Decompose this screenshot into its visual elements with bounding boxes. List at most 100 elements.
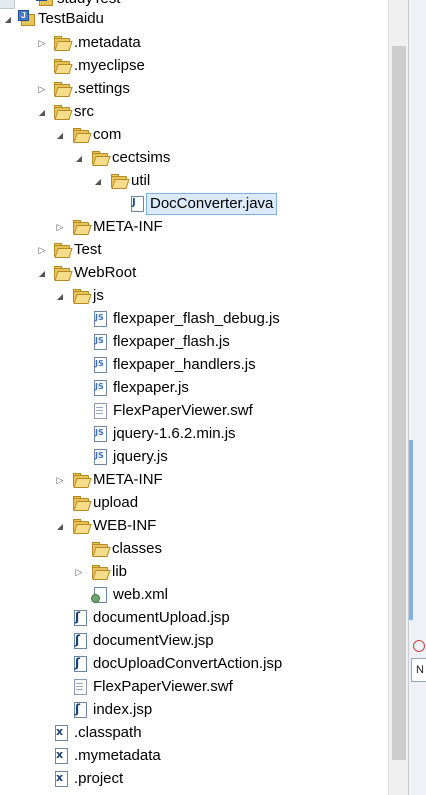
tree-expand-toggle[interactable] (54, 285, 66, 307)
tree-item[interactable]: lib (0, 561, 388, 583)
tree-item[interactable]: ʃ index.jsp (0, 699, 388, 721)
tree-item-label: META-INF (93, 218, 163, 235)
tree-expand-toggle[interactable] (36, 239, 48, 261)
tree-item[interactable]: JS jquery-1.6.2.min.js (0, 423, 388, 445)
tree-item[interactable]: classes (0, 538, 388, 560)
tree-expand-toggle[interactable] (36, 78, 48, 100)
tree-expand-toggle[interactable] (73, 147, 85, 169)
folder-icon (53, 35, 73, 51)
tree-item-label: documentView.jsp (93, 632, 214, 649)
js-file-icon: JS (92, 426, 108, 442)
tree-item[interactable]: ʃ documentUpload.jsp (0, 607, 388, 629)
package-explorer-tree[interactable]: J studyTest J TestBaidu .metadata .myecl… (0, 0, 388, 795)
tree-item-label: documentUpload.jsp (93, 609, 230, 626)
folder-icon (53, 81, 73, 97)
vertical-scrollbar[interactable] (388, 0, 409, 795)
tree-item[interactable]: .settings (0, 78, 388, 100)
tree-item-label: com (93, 126, 122, 143)
x-file-icon: x (53, 748, 69, 764)
problem-marker-icon[interactable] (413, 640, 425, 652)
project-icon: J (18, 10, 35, 27)
tree-expand-toggle[interactable] (36, 262, 48, 284)
jsp-file-icon: ʃ (72, 702, 88, 718)
tree-item-label: .project (74, 770, 124, 787)
folder-icon (53, 265, 73, 281)
tree-expand-toggle[interactable] (36, 101, 48, 123)
folder-icon (72, 219, 92, 235)
tree-item[interactable]: JS jquery.js (0, 446, 388, 468)
folder-icon (72, 288, 92, 304)
tree-item[interactable]: js (0, 285, 388, 307)
tree-item-label: util (131, 172, 151, 189)
tree-expand-toggle[interactable] (73, 561, 85, 583)
tree-expand-toggle[interactable] (2, 8, 14, 30)
xml-file-icon (91, 587, 108, 603)
folder-icon (72, 127, 92, 143)
tree-item[interactable]: WebRoot (0, 262, 388, 284)
tree-item-selected[interactable]: J DocConverter.java (0, 193, 388, 215)
tree-item[interactable]: META-INF (0, 469, 388, 491)
tree-item-label: DocConverter.java (146, 193, 278, 215)
tree-item-label: FlexPaperViewer.swf (113, 402, 253, 419)
tree-item[interactable]: x .classpath (0, 722, 388, 744)
tree-expand-toggle[interactable] (36, 32, 48, 54)
tree-expand-toggle[interactable] (54, 515, 66, 537)
tree-item-label: jquery-1.6.2.min.js (113, 425, 236, 442)
tree-item-label: flexpaper_flash.js (113, 333, 230, 350)
tree-expand-toggle[interactable] (54, 124, 66, 146)
folder-icon (91, 564, 111, 580)
tree-item[interactable]: com (0, 124, 388, 146)
tree-item[interactable]: cectsims (0, 147, 388, 169)
tree-item[interactable]: JS flexpaper_flash_debug.js (0, 308, 388, 330)
scrollbar-thumb[interactable] (392, 46, 406, 760)
tree-item[interactable]: WEB-INF (0, 515, 388, 537)
js-file-icon: JS (92, 380, 108, 396)
tree-expand-toggle[interactable] (92, 170, 104, 192)
project-icon: J (36, 0, 53, 7)
folder-icon (72, 518, 92, 534)
tree-item[interactable]: ʃ docUploadConvertAction.jsp (0, 653, 388, 675)
tree-item-label: src (74, 103, 94, 120)
tree-item[interactable]: upload (0, 492, 388, 514)
js-file-icon: JS (92, 357, 108, 373)
tree-item[interactable]: Test (0, 239, 388, 261)
tree-item-label: index.jsp (93, 701, 153, 718)
tree-item[interactable]: ʃ documentView.jsp (0, 630, 388, 652)
tree-item[interactable]: JS flexpaper.js (0, 377, 388, 399)
tree-item-label: .metadata (74, 34, 141, 51)
folder-icon (72, 472, 92, 488)
tree-item-label: cectsims (112, 149, 171, 166)
tree-item-label: lib (112, 563, 128, 580)
tree-item-label: .myeclipse (74, 57, 145, 74)
tree-item-label: META-INF (93, 471, 163, 488)
swf-file-icon (72, 679, 88, 695)
window-frame-corner (0, 0, 15, 9)
tree-item[interactable]: JS flexpaper_flash.js (0, 331, 388, 353)
js-file-icon: JS (92, 311, 108, 327)
tree-item-label: WEB-INF (93, 517, 157, 534)
tree-item[interactable]: src (0, 101, 388, 123)
tree-item-label: WebRoot (74, 264, 137, 281)
tree-item-label: Test (74, 241, 102, 258)
tree-item[interactable]: FlexPaperViewer.swf (0, 400, 388, 422)
tree-item-label: .classpath (74, 724, 142, 741)
tree-item[interactable]: J TestBaidu (0, 8, 388, 30)
panel-partial-text: N (411, 658, 426, 682)
tree-item-label: flexpaper_flash_debug.js (113, 310, 280, 327)
tree-item[interactable]: util (0, 170, 388, 192)
tree-expand-toggle[interactable] (54, 469, 66, 491)
adjacent-panel-edge: N (408, 0, 426, 795)
tree-item[interactable]: x .mymetadata (0, 745, 388, 767)
tree-item[interactable]: x .project (0, 768, 388, 790)
x-file-icon: x (53, 725, 69, 741)
tree-item[interactable]: FlexPaperViewer.swf (0, 676, 388, 698)
tree-expand-toggle[interactable] (54, 216, 66, 238)
tree-item-label: upload (93, 494, 139, 511)
tree-item[interactable]: JS flexpaper_handlers.js (0, 354, 388, 376)
tree-item-label: .settings (74, 80, 130, 97)
tree-item[interactable]: .myeclipse (0, 55, 388, 77)
tree-item[interactable]: web.xml (0, 584, 388, 606)
tree-item[interactable]: .metadata (0, 32, 388, 54)
jsp-file-icon: ʃ (72, 656, 88, 672)
tree-item[interactable]: META-INF (0, 216, 388, 238)
